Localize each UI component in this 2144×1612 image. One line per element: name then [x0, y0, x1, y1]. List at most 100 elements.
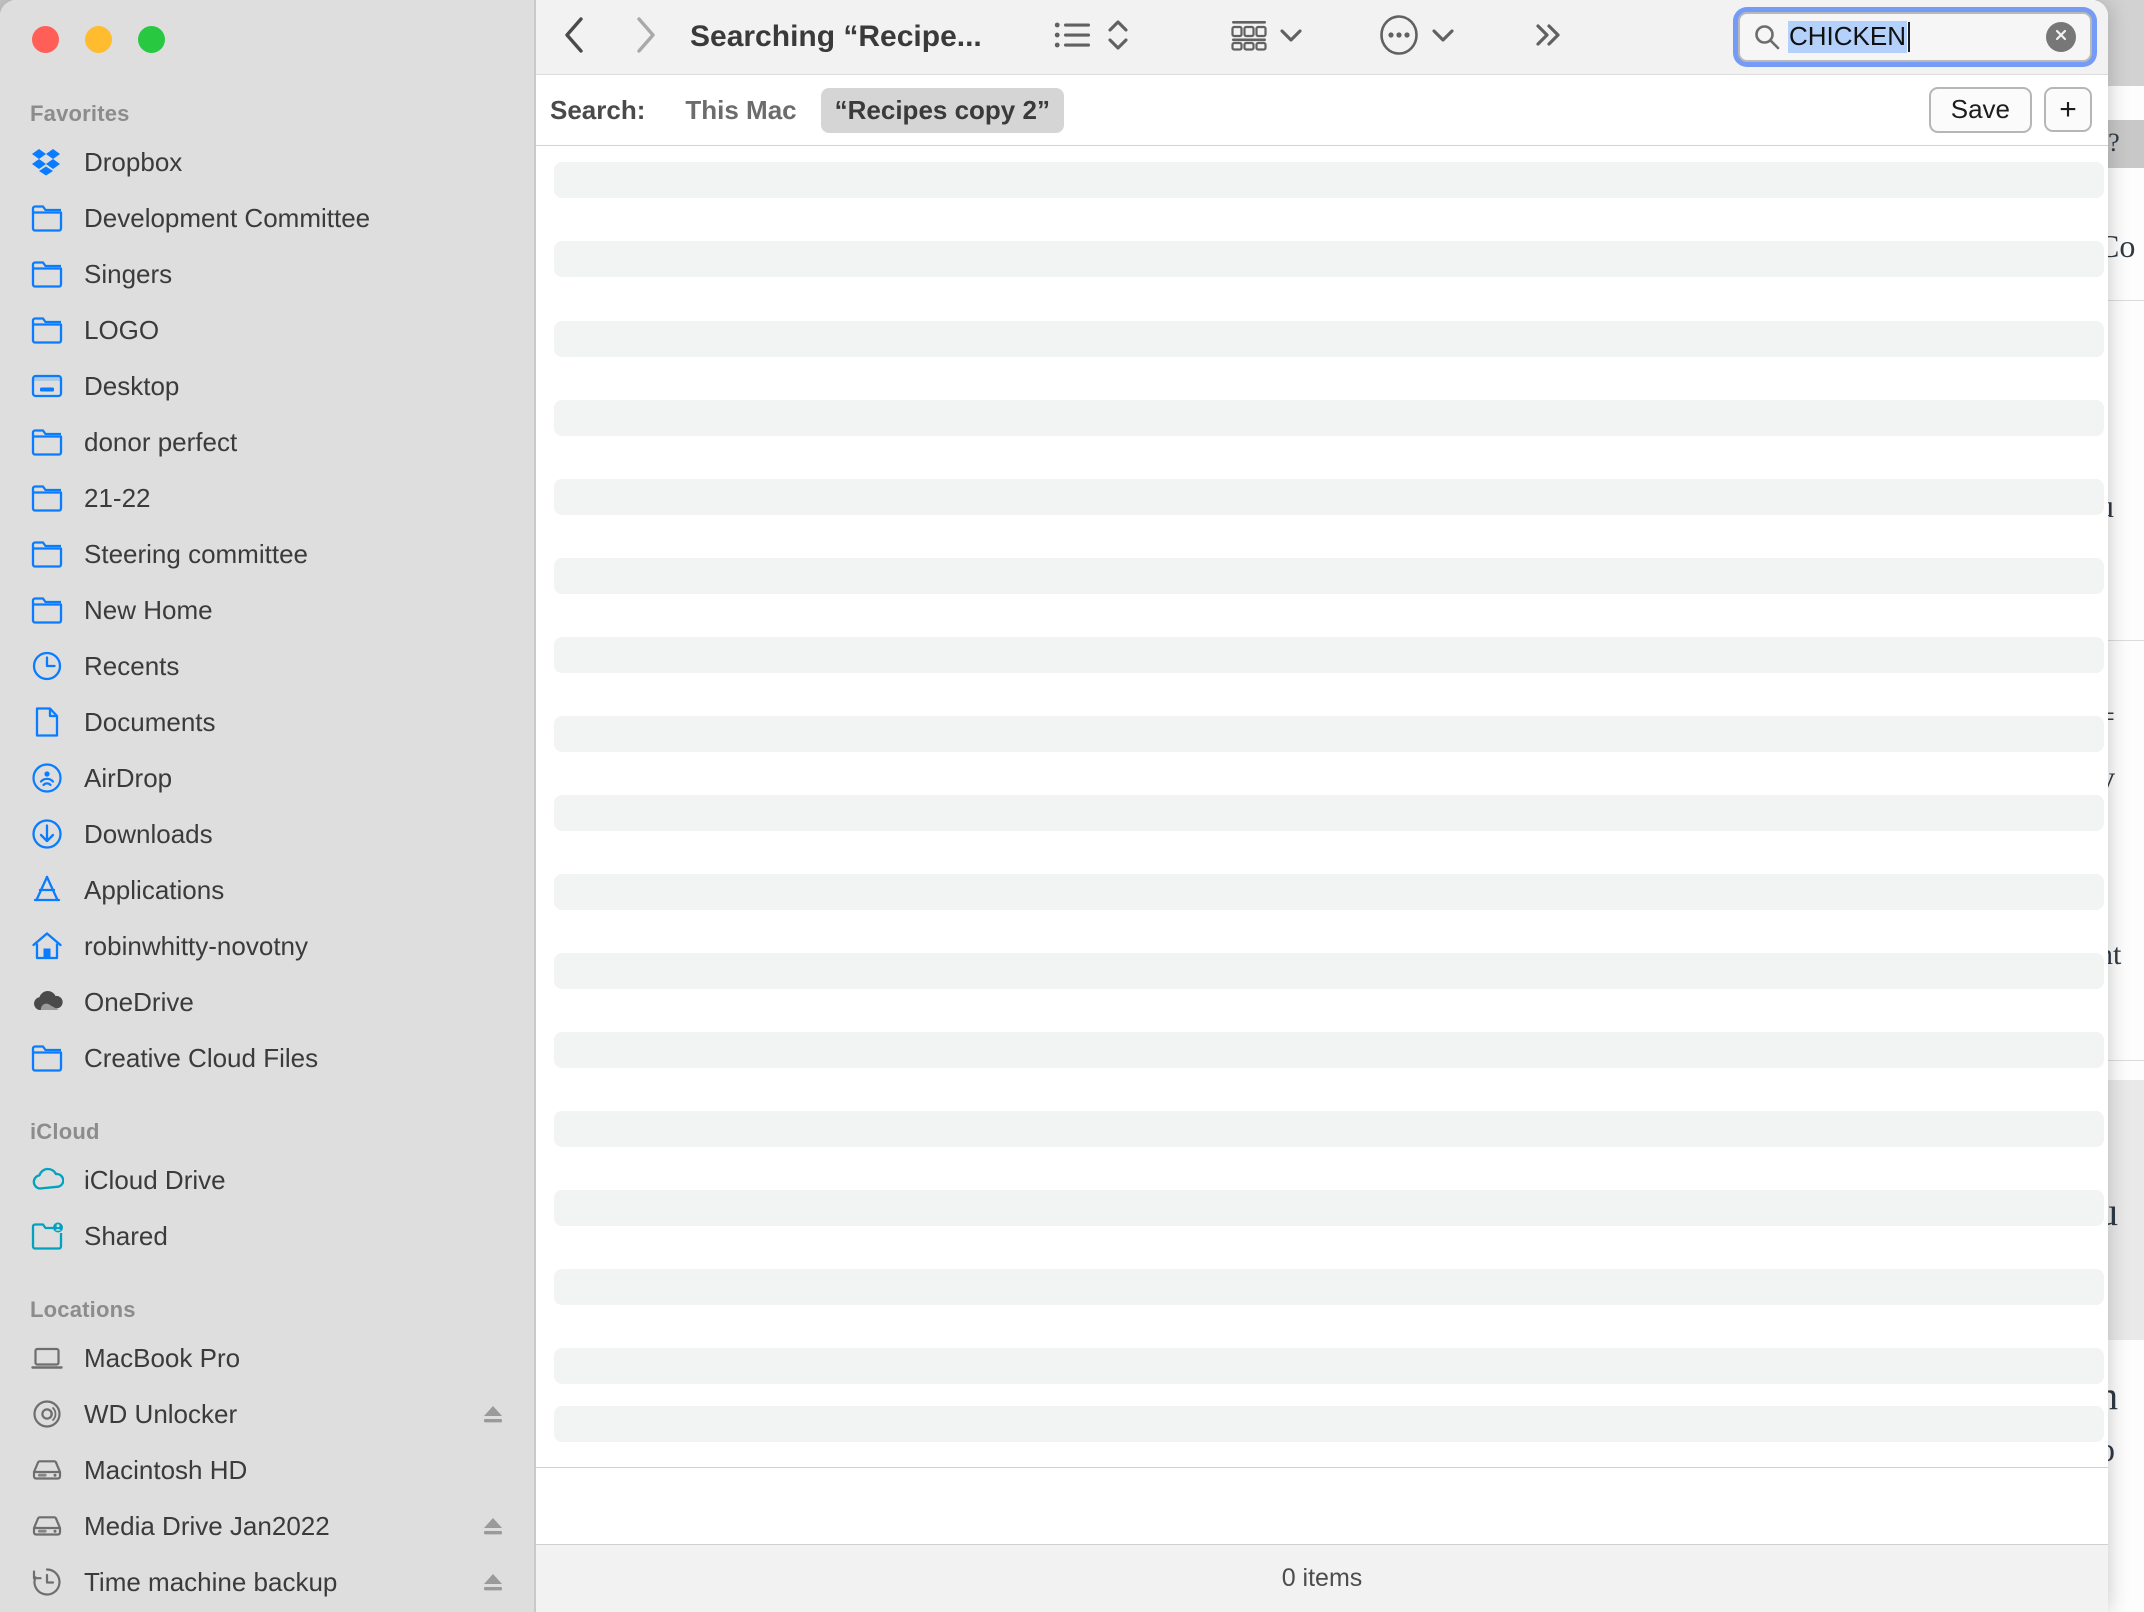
- more-actions-button[interactable]: [1378, 11, 1420, 63]
- sidebar-item-label: Dropbox: [84, 146, 183, 177]
- sidebar-item-label: Media Drive Jan2022: [84, 1510, 330, 1541]
- add-search-criterion-button[interactable]: +: [2044, 87, 2092, 133]
- sidebar-item-recents[interactable]: Recents: [0, 638, 534, 694]
- file-list-row-placeholder[interactable]: [554, 479, 2104, 515]
- more-actions-group: [1378, 11, 1456, 63]
- sidebar-item-21-22[interactable]: 21-22: [0, 470, 534, 526]
- scope-bar-actions: Save +: [1928, 87, 2092, 133]
- sidebar-item-label: Development Committee: [84, 202, 371, 233]
- sidebar-item-wd-unlocker[interactable]: WD Unlocker: [0, 1386, 534, 1442]
- eject-icon[interactable]: [480, 1569, 506, 1595]
- file-list-row-placeholder[interactable]: [554, 795, 2104, 831]
- file-list-row-placeholder[interactable]: [554, 162, 2104, 198]
- sidebar-item-downloads[interactable]: Downloads: [0, 806, 534, 862]
- sidebar-item-dropbox[interactable]: Dropbox: [0, 134, 534, 190]
- onedrive-icon: [30, 985, 64, 1019]
- file-list-row-placeholder[interactable]: [554, 321, 2104, 357]
- folder-icon: [30, 593, 64, 627]
- dropbox-icon: [30, 145, 64, 179]
- chevron-down-icon: [1430, 26, 1456, 49]
- file-list-row-placeholder[interactable]: [554, 1348, 2104, 1384]
- folder-icon: [30, 425, 64, 459]
- file-list-row-placeholder[interactable]: [554, 1406, 2104, 1442]
- sidebar-item-label: Documents: [84, 706, 216, 737]
- save-search-button[interactable]: Save: [1928, 87, 2032, 133]
- sidebar-item-label: MacBook Pro: [84, 1342, 241, 1373]
- sort-button[interactable]: [1106, 11, 1130, 63]
- group-by-dropdown[interactable]: [1278, 26, 1304, 49]
- eject-icon[interactable]: [480, 1401, 506, 1427]
- sidebar-item-label: New Home: [84, 594, 213, 625]
- file-list-row-placeholder[interactable]: [554, 1190, 2104, 1226]
- sidebar-item-new-home[interactable]: New Home: [0, 582, 534, 638]
- back-button[interactable]: [548, 11, 600, 63]
- group-by-button[interactable]: [1230, 11, 1268, 63]
- search-value: CHICKEN: [1788, 21, 1908, 53]
- search-icon: [1752, 23, 1782, 51]
- scope-option-this-mac[interactable]: This Mac: [671, 88, 810, 133]
- disc-icon: [30, 1397, 64, 1431]
- sidebar-item-development-committee[interactable]: Development Committee: [0, 190, 534, 246]
- scope-option-current-folder[interactable]: “Recipes copy 2”: [820, 87, 1064, 133]
- sidebar-item-macbook-pro[interactable]: MacBook Pro: [0, 1330, 534, 1386]
- file-list-row-placeholder[interactable]: [554, 637, 2104, 673]
- sidebar-item-creative-cloud-files[interactable]: Creative Cloud Files: [0, 1030, 534, 1086]
- file-list-row-placeholder[interactable]: [554, 716, 2104, 752]
- file-list-row-placeholder[interactable]: [554, 953, 2104, 989]
- sidebar-item-robinwhitty-novotny[interactable]: robinwhitty-novotny: [0, 918, 534, 974]
- file-list-bottom-border: [536, 1467, 2108, 1468]
- sidebar-item-logo[interactable]: LOGO: [0, 302, 534, 358]
- toolbar-overflow-button[interactable]: [1532, 11, 1566, 63]
- zoom-button[interactable]: [138, 26, 165, 53]
- sidebar-item-singers[interactable]: Singers: [0, 246, 534, 302]
- minimize-button[interactable]: [85, 26, 112, 53]
- sidebar-item-time-machine-backup[interactable]: Time machine backup: [0, 1554, 534, 1610]
- sidebar-item-steering-committee[interactable]: Steering committee: [0, 526, 534, 582]
- content-pane: Searching “Recipe... CHICKEN Search: Thi…: [534, 0, 2108, 1612]
- file-list-row-placeholder[interactable]: [554, 874, 2104, 910]
- file-list-row-placeholder[interactable]: [554, 1032, 2104, 1068]
- sidebar-scroll-area[interactable]: Favorites Dropbox Development Committee Sin…: [0, 94, 534, 1612]
- forward-button[interactable]: [620, 11, 672, 63]
- eject-icon[interactable]: [480, 1513, 506, 1539]
- sidebar-item-label: LOGO: [84, 314, 160, 345]
- sidebar-item-label: Recents: [84, 650, 180, 681]
- list-view-button[interactable]: [1054, 11, 1092, 63]
- file-list-row-placeholder[interactable]: [554, 1111, 2104, 1147]
- folder-icon: [30, 201, 64, 235]
- file-list-row-placeholder[interactable]: [554, 400, 2104, 436]
- sidebar-item-applications[interactable]: Applications: [0, 862, 534, 918]
- toolbar: Searching “Recipe... CHICKEN: [536, 0, 2108, 74]
- sidebar-item-donor-perfect[interactable]: donor perfect: [0, 414, 534, 470]
- close-button[interactable]: [32, 26, 59, 53]
- sidebar-item-macintosh-hd[interactable]: Macintosh HD: [0, 1442, 534, 1498]
- group-by-icon: [1230, 19, 1268, 56]
- sidebar-item-label: iCloud Drive: [84, 1164, 226, 1195]
- file-list-row-placeholder[interactable]: [554, 558, 2104, 594]
- more-ellipsis-icon: [1378, 14, 1420, 61]
- clock-icon: [30, 649, 64, 683]
- sidebar-item-media-drive-jan2022[interactable]: Media Drive Jan2022: [0, 1498, 534, 1554]
- more-actions-dropdown[interactable]: [1430, 26, 1456, 49]
- airdrop-icon: [30, 761, 64, 795]
- sort-updown-icon: [1106, 17, 1130, 58]
- search-input[interactable]: CHICKEN: [1738, 12, 2092, 62]
- page-title: Searching “Recipe...: [690, 20, 982, 53]
- folder-icon: [30, 257, 64, 291]
- download-icon: [30, 817, 64, 851]
- sidebar-section-header: iCloud: [30, 1119, 100, 1144]
- sidebar-item-label: donor perfect: [84, 426, 238, 457]
- sidebar-item-airdrop[interactable]: AirDrop: [0, 750, 534, 806]
- sidebar-item-onedrive[interactable]: OneDrive: [0, 974, 534, 1030]
- sidebar-item-shared[interactable]: Shared: [0, 1208, 534, 1264]
- sidebar-item-desktop[interactable]: Desktop: [0, 358, 534, 414]
- sidebar-section-header: Locations: [30, 1297, 136, 1322]
- file-list-row-placeholder[interactable]: [554, 1269, 2104, 1305]
- file-list-row-placeholder[interactable]: [554, 241, 2104, 277]
- file-list[interactable]: [536, 148, 2108, 1468]
- sidebar-item-label: Downloads: [84, 818, 213, 849]
- sidebar-item-icloud-drive[interactable]: iCloud Drive: [0, 1152, 534, 1208]
- clear-search-button[interactable]: [2046, 22, 2076, 52]
- sidebar-item-documents[interactable]: Documents: [0, 694, 534, 750]
- search-scope-label: Search:: [550, 94, 646, 125]
